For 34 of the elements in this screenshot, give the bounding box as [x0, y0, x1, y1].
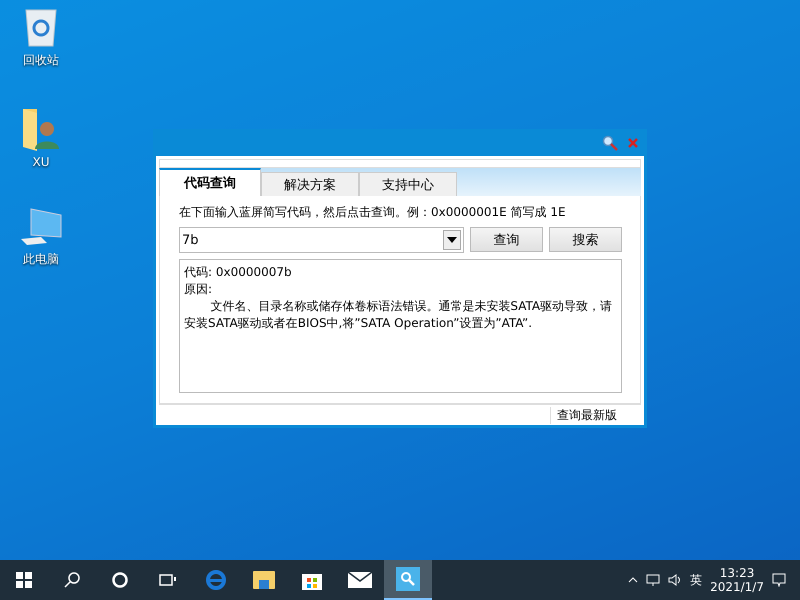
code-combo-field[interactable]: 7b [179, 227, 464, 253]
reason-label: 原因: [184, 281, 214, 298]
desktop-icon-label[interactable]: XU [32, 155, 50, 169]
desktop-icon-label[interactable]: 回收站 [23, 52, 59, 69]
windows-logo-icon[interactable] [16, 572, 32, 588]
update-check-link[interactable]: 查询最新版 [550, 406, 641, 424]
network-icon[interactable] [646, 574, 660, 586]
action-button[interactable]: 搜索 [549, 227, 622, 252]
circle-icon[interactable] [112, 572, 128, 588]
dropdown-button[interactable] [443, 230, 461, 250]
task-view-icon[interactable] [159, 572, 177, 588]
magnifier-icon[interactable] [602, 134, 618, 150]
envelope-icon[interactable] [348, 572, 372, 588]
user-folder-icon [21, 107, 61, 151]
notification-icon[interactable] [772, 573, 786, 587]
desktop-icon-label[interactable]: 此电脑 [23, 251, 59, 268]
action-button[interactable]: 查询 [470, 227, 543, 252]
result-text-area[interactable]: 代码: 0x0000007b 原因: 文件名、目录名称或储存体卷标语法错误。通常是未安装SATA驱动导致，请安装SATA驱动或者在BIOS中,将”SATA Operation”设置为”ATA”. [179, 259, 622, 393]
tab[interactable]: 解决方案 [261, 172, 359, 196]
reason-paragraph: 文件名、目录名称或储存体卷标语法错误。通常是未安装SATA驱动导致，请安装SATA驱动或者在BIOS中,将”SATA Operation”设置为”ATA”. [184, 298, 614, 332]
code-line: 代码: 0x0000007b [184, 264, 293, 281]
tab[interactable]: 支持中心 [359, 172, 457, 196]
chevron-up-icon[interactable] [628, 577, 638, 583]
input-method-indicator[interactable]: 英 [690, 572, 702, 588]
caret-icon [447, 237, 457, 243]
search-icon[interactable] [64, 572, 80, 588]
browser-e-icon[interactable] [206, 570, 226, 590]
tab[interactable]: 代码查询 [159, 168, 261, 196]
speaker-icon[interactable] [668, 574, 682, 586]
instruction-text: 在下面输入蓝屏简写代码，然后点击查询。例：0x0000001E 简写成 1E [179, 204, 567, 221]
clock[interactable]: 13:23 2021/1/7 [710, 566, 764, 594]
code-value-text: 7b [182, 232, 199, 248]
computer-icon [19, 207, 63, 247]
taskbar-slot[interactable] [384, 560, 432, 600]
